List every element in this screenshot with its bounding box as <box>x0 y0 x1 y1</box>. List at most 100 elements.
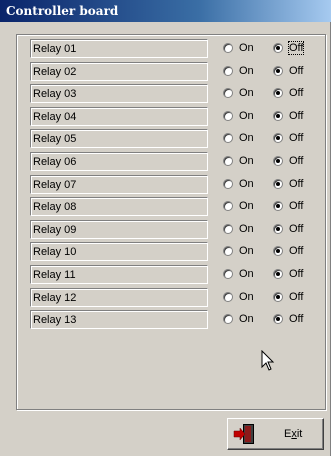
radio-circle-icon <box>273 314 283 325</box>
relay-label: Relay 12 <box>30 287 208 307</box>
relay-row: Relay 02 On Off <box>30 61 320 82</box>
relay-off-radio[interactable]: Off <box>273 132 303 144</box>
relay-label: Relay 01 <box>30 39 208 58</box>
relay-label: Relay 05 <box>30 129 208 149</box>
radio-label: On <box>239 245 254 258</box>
relay-on-radio[interactable]: On <box>223 245 254 257</box>
exit-door-icon <box>233 424 254 444</box>
title-bar[interactable]: Controller board <box>0 0 331 22</box>
radio-circle-icon <box>273 43 283 53</box>
radio-circle-icon <box>273 223 283 234</box>
relay-off-radio[interactable]: Off <box>273 200 303 212</box>
relay-off-radio[interactable]: Off <box>273 291 303 303</box>
relay-row: Relay 11 On Off <box>30 265 320 285</box>
relay-row: Relay 04 On Off <box>30 106 320 127</box>
relay-on-radio[interactable]: On <box>223 155 254 167</box>
relay-label: Relay 03 <box>30 84 208 104</box>
radio-label: On <box>239 177 254 190</box>
relay-row: Relay 13 On Off <box>30 310 320 330</box>
radio-label: Off <box>289 155 304 167</box>
radio-circle-icon <box>273 178 283 189</box>
radio-circle-icon <box>223 291 233 302</box>
relay-row: Relay 07 On Off <box>30 174 320 195</box>
relay-label: Relay 07 <box>30 174 208 194</box>
radio-circle-icon <box>223 269 233 279</box>
relay-label: Relay 11 <box>30 265 208 284</box>
relay-on-radio[interactable]: On <box>223 268 254 280</box>
radio-label: Off <box>289 87 304 100</box>
radio-label: Off <box>289 222 304 235</box>
radio-label: On <box>239 132 254 145</box>
relay-on-radio[interactable]: On <box>223 223 254 235</box>
relay-label: Relay 09 <box>30 219 208 239</box>
radio-label: Off <box>289 290 304 303</box>
radio-label: Off <box>289 200 304 213</box>
relay-label: Relay 13 <box>30 310 208 330</box>
relay-off-radio[interactable]: Off <box>273 65 303 77</box>
relay-label: Relay 04 <box>30 106 208 126</box>
radio-circle-icon <box>223 201 233 212</box>
radio-circle-icon <box>223 178 233 189</box>
radio-label: On <box>239 64 254 77</box>
radio-label: Off <box>289 245 304 258</box>
relay-on-radio[interactable]: On <box>223 42 254 54</box>
radio-circle-icon <box>223 156 233 166</box>
relay-row: Relay 08 On Off <box>30 197 320 217</box>
relay-row: Relay 01 On Off <box>30 39 320 59</box>
relay-off-radio[interactable]: Off <box>273 245 303 257</box>
relay-label: Relay 06 <box>30 152 208 171</box>
radio-circle-icon <box>273 88 283 99</box>
relay-row: Relay 09 On Off <box>30 219 320 240</box>
relay-label: Relay 02 <box>30 61 208 81</box>
radio-circle-icon <box>273 291 283 302</box>
radio-label: Off <box>289 109 304 122</box>
relay-on-radio[interactable]: On <box>223 178 254 190</box>
relay-on-radio[interactable]: On <box>223 200 254 212</box>
radio-label: On <box>239 313 254 326</box>
relay-row: Relay 05 On Off <box>30 129 320 149</box>
radio-label: Off <box>289 64 304 77</box>
relay-on-radio[interactable]: On <box>223 87 254 99</box>
radio-label: On <box>239 87 254 100</box>
relay-row: Relay 06 On Off <box>30 152 320 172</box>
radio-circle-icon <box>273 269 283 279</box>
relay-off-radio[interactable]: Off <box>273 223 303 235</box>
exit-button[interactable]: Exit <box>227 418 324 450</box>
radio-circle-icon <box>223 246 233 257</box>
radio-label: On <box>239 222 254 235</box>
radio-circle-icon <box>273 110 283 121</box>
radio-label: On <box>239 200 254 213</box>
relay-on-radio[interactable]: On <box>223 313 254 325</box>
window-title: Controller board <box>6 4 119 18</box>
radio-circle-icon <box>223 65 233 76</box>
relay-off-radio[interactable]: Off <box>273 268 303 280</box>
relay-row: Relay 10 On Off <box>30 242 320 262</box>
relay-on-radio[interactable]: On <box>223 132 254 144</box>
mouse-pointer-icon <box>261 350 275 371</box>
relay-off-radio[interactable]: Off <box>273 178 303 190</box>
radio-circle-icon <box>273 156 283 166</box>
relay-on-radio[interactable]: On <box>223 291 254 303</box>
relay-off-radio[interactable]: Off <box>273 110 303 122</box>
radio-label: On <box>239 42 254 54</box>
radio-circle-icon <box>223 133 233 144</box>
relay-off-radio[interactable]: Off <box>273 313 303 325</box>
relay-on-radio[interactable]: On <box>223 110 254 122</box>
radio-circle-icon <box>273 65 283 76</box>
radio-label: Off <box>289 177 304 190</box>
relay-on-radio[interactable]: On <box>223 65 254 77</box>
relay-label: Relay 08 <box>30 197 208 217</box>
relay-off-radio[interactable]: Off <box>273 87 303 99</box>
relay-off-radio[interactable]: Off <box>273 155 303 167</box>
relay-row: Relay 12 On Off <box>30 287 320 308</box>
relay-group-box: Relay 01 On Off Relay 02 On Off Relay 03 On Off R… <box>16 34 326 410</box>
radio-circle-icon <box>273 201 283 212</box>
relay-label: Relay 10 <box>30 242 208 262</box>
exit-label: Exit <box>284 428 303 440</box>
radio-circle-icon <box>223 110 233 121</box>
radio-label: On <box>239 109 254 122</box>
relay-off-radio[interactable]: Off <box>273 41 305 55</box>
radio-circle-icon <box>223 223 233 234</box>
controller-board-window: Controller board Relay 01 On Off Relay 02 On… <box>0 0 331 456</box>
relay-row: Relay 03 On Off <box>30 84 320 104</box>
